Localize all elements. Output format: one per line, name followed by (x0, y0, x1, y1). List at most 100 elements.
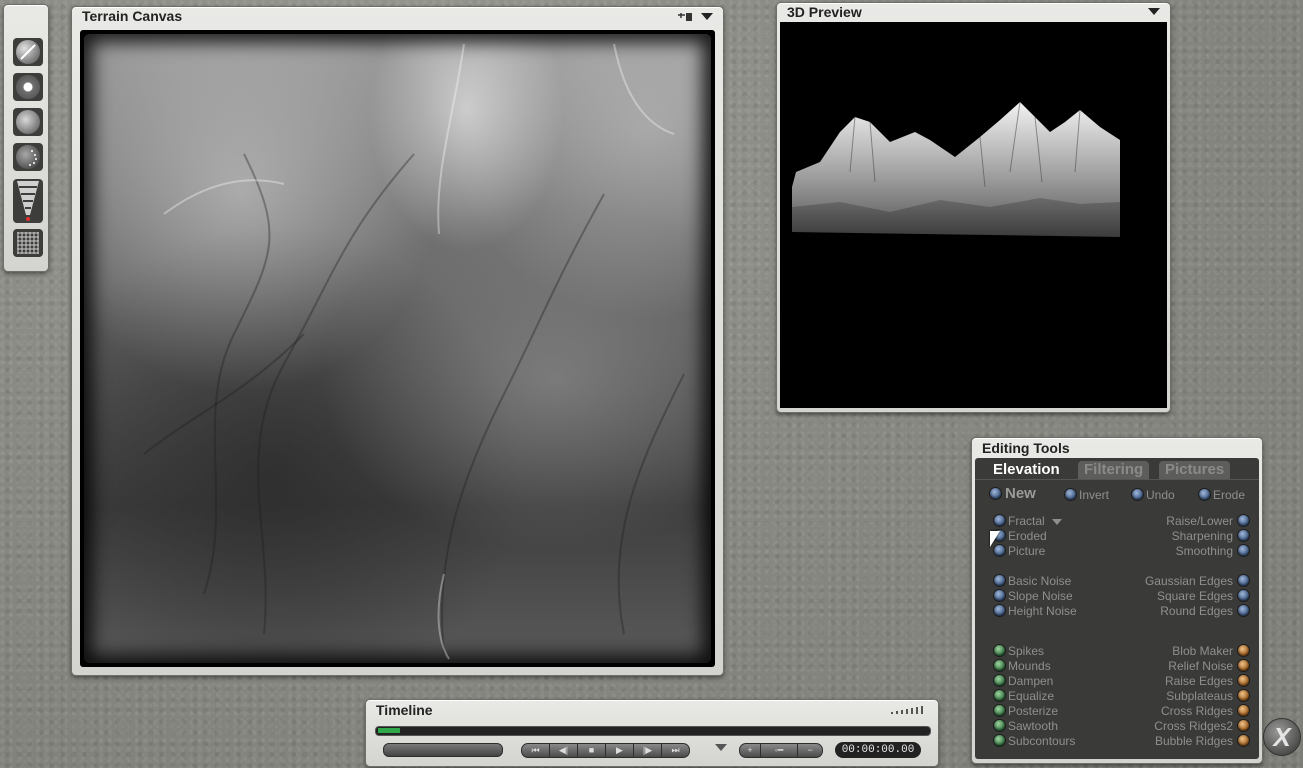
soft-brush-icon (16, 110, 40, 134)
terrain-view[interactable] (80, 30, 715, 667)
time-readout: 00:00:00.00 (835, 742, 921, 758)
timeline-scrubber[interactable] (375, 726, 931, 736)
erode-led-icon[interactable] (1199, 489, 1210, 500)
invert-option[interactable]: Invert (1065, 488, 1109, 502)
posterize-option[interactable]: Posterize (994, 704, 1058, 718)
keyframe-track-control[interactable] (383, 743, 503, 757)
raise-edges-option[interactable]: Raise Edges (1165, 674, 1249, 688)
preview-menu-arrow-icon[interactable] (1148, 8, 1160, 15)
height-noise-option[interactable]: Height Noise (994, 604, 1077, 618)
new-option[interactable]: New (990, 485, 1036, 502)
tab-filtering[interactable]: Filtering (1078, 461, 1150, 479)
cross-ridges2-option[interactable]: Cross Ridges2 (1154, 719, 1249, 733)
step-back-button[interactable]: ◀| (549, 743, 578, 758)
panel-options-icon[interactable] (676, 11, 694, 23)
undo-led-icon[interactable] (1132, 489, 1143, 500)
grid-icon (17, 232, 39, 254)
raise-lower-option[interactable]: Raise/Lower (1166, 514, 1249, 528)
terrain-3d-render (792, 101, 1120, 237)
step-forward-button[interactable]: |▶ (633, 743, 662, 758)
raise-lower-led-icon[interactable] (1238, 515, 1249, 526)
terrain-canvas-title: Terrain Canvas (82, 8, 183, 24)
go-to-end-button[interactable]: ⏭ (661, 743, 690, 758)
tab-elevation[interactable]: Elevation (987, 461, 1066, 479)
heightmap-image[interactable] (84, 34, 711, 663)
round-edges-option[interactable]: Round Edges (1160, 604, 1249, 618)
bubble-ridges-option[interactable]: Bubble Ridges (1155, 734, 1249, 748)
point-brush-icon (16, 75, 40, 99)
terrain-menu-arrow-icon[interactable] (701, 13, 713, 20)
brush-strength-tool[interactable] (13, 179, 43, 223)
fractal-led-icon[interactable] (994, 515, 1005, 526)
3d-preview-title: 3D Preview (787, 4, 862, 20)
smoothing-led-icon[interactable] (1238, 545, 1249, 556)
play-button[interactable]: ▶ (605, 743, 634, 758)
soft-brush-tool[interactable] (13, 108, 43, 136)
relief-noise-led-icon[interactable] (1238, 660, 1249, 671)
sawtooth-led-icon[interactable] (994, 720, 1005, 731)
round-edges-led-icon[interactable] (1238, 605, 1249, 616)
bubble-ridges-led-icon[interactable] (1238, 735, 1249, 746)
sharpening-option[interactable]: Sharpening (1172, 529, 1249, 543)
cross-ridges-led-icon[interactable] (1238, 705, 1249, 716)
subplateaus-led-icon[interactable] (1238, 690, 1249, 701)
fractal-option[interactable]: Fractal (994, 514, 1063, 528)
equalize-led-icon[interactable] (994, 690, 1005, 701)
gaussian-edges-option[interactable]: Gaussian Edges (1145, 574, 1249, 588)
spikes-led-icon[interactable] (994, 645, 1005, 656)
timeline-panel: Timeline ⏮ ◀| ■ ▶ |▶ ⏭ + ◦━ − 00:00:00.0… (365, 699, 939, 767)
mounds-option[interactable]: Mounds (994, 659, 1051, 673)
go-to-start-button[interactable]: ⏮ (521, 743, 550, 758)
sawtooth-option[interactable]: Sawtooth (994, 719, 1058, 733)
subcontours-led-icon[interactable] (994, 735, 1005, 746)
blob-maker-option[interactable]: Blob Maker (1172, 644, 1249, 658)
picture-option[interactable]: Picture (994, 544, 1045, 558)
relief-noise-option[interactable]: Relief Noise (1168, 659, 1249, 673)
grid-tool[interactable] (13, 229, 43, 257)
eroded-option[interactable]: Eroded (994, 529, 1047, 543)
remove-keyframe-button[interactable]: − (797, 743, 823, 758)
new-led-icon[interactable] (990, 488, 1001, 499)
slope-noise-option[interactable]: Slope Noise (994, 589, 1073, 603)
invert-led-icon[interactable] (1065, 489, 1076, 500)
editing-tools-panel: Editing Tools Elevation Filtering Pictur… (971, 437, 1263, 764)
timeline-menu-arrow-icon[interactable] (715, 744, 727, 751)
keyframe-key-button[interactable]: ◦━ (760, 743, 798, 758)
slope-noise-led-icon[interactable] (994, 590, 1005, 601)
cross-ridges-option[interactable]: Cross Ridges (1161, 704, 1249, 718)
add-keyframe-button[interactable]: + (739, 743, 761, 758)
point-brush-tool[interactable] (13, 73, 43, 101)
blob-maker-led-icon[interactable] (1238, 645, 1249, 656)
mouse-cursor-icon (990, 531, 1000, 547)
timeline-playhead[interactable] (378, 728, 400, 733)
square-edges-option[interactable]: Square Edges (1157, 589, 1249, 603)
exit-button[interactable]: X (1263, 718, 1301, 756)
smooth-brush-tool[interactable] (13, 38, 43, 66)
fractal-dropdown-icon[interactable] (1052, 518, 1063, 525)
raise-edges-led-icon[interactable] (1238, 675, 1249, 686)
dampen-option[interactable]: Dampen (994, 674, 1053, 688)
mounds-led-icon[interactable] (994, 660, 1005, 671)
subcontours-option[interactable]: Subcontours (994, 734, 1075, 748)
square-edges-led-icon[interactable] (1238, 590, 1249, 601)
cross-ridges2-led-icon[interactable] (1238, 720, 1249, 731)
subplateaus-option[interactable]: Subplateaus (1166, 689, 1249, 703)
sharpening-led-icon[interactable] (1238, 530, 1249, 541)
tab-pictures[interactable]: Pictures (1159, 461, 1231, 479)
3d-preview-view[interactable] (780, 22, 1167, 408)
erode-option[interactable]: Erode (1199, 488, 1245, 502)
smooth-brush-icon (16, 40, 40, 64)
undo-option[interactable]: Undo (1132, 488, 1175, 502)
smoothing-option[interactable]: Smoothing (1176, 544, 1249, 558)
stop-button[interactable]: ■ (577, 743, 606, 758)
spray-brush-tool[interactable] (13, 143, 43, 171)
posterize-led-icon[interactable] (994, 705, 1005, 716)
gaussian-edges-led-icon[interactable] (1238, 575, 1249, 586)
spikes-option[interactable]: Spikes (994, 644, 1044, 658)
height-noise-led-icon[interactable] (994, 605, 1005, 616)
equalize-option[interactable]: Equalize (994, 689, 1054, 703)
basic-noise-led-icon[interactable] (994, 575, 1005, 586)
strength-gradient-icon (17, 181, 39, 221)
basic-noise-option[interactable]: Basic Noise (994, 574, 1071, 588)
dampen-led-icon[interactable] (994, 675, 1005, 686)
